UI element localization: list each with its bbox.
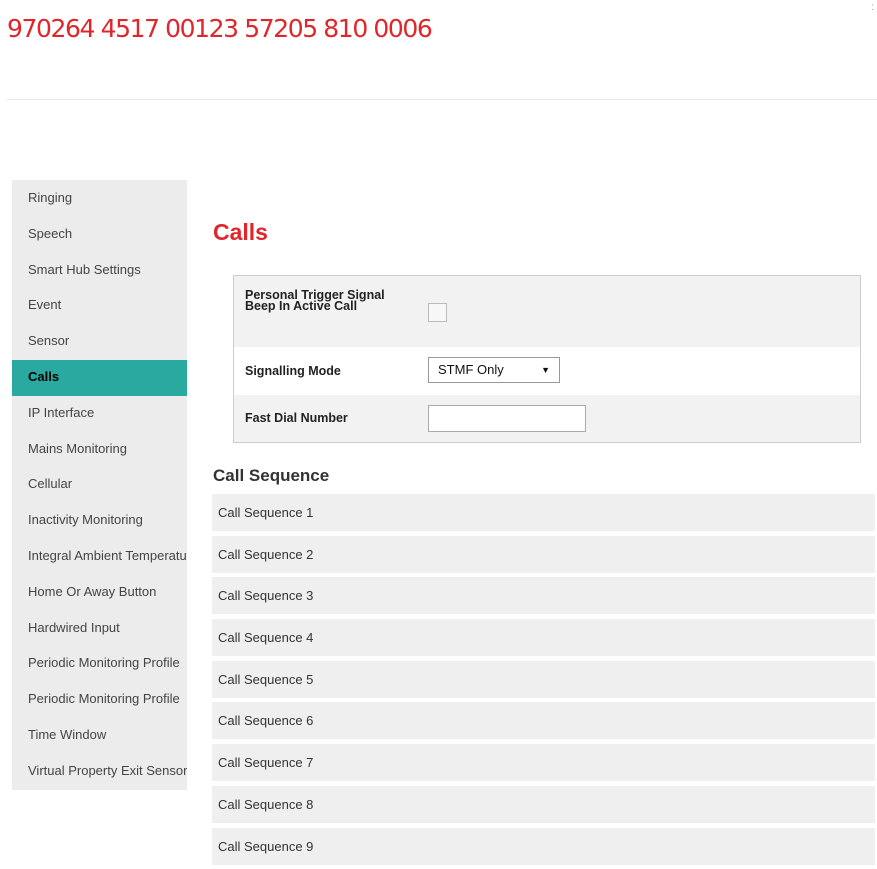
sidebar-item-integral-ambient-temperature[interactable]: Integral Ambient Temperature — [12, 539, 187, 575]
sidebar-item-ip-interface[interactable]: IP Interface — [12, 396, 187, 432]
caret-down-icon: ▼ — [541, 365, 550, 375]
fast-dial-input[interactable] — [428, 405, 586, 432]
sidebar-item-hardwired-input[interactable]: Hardwired Input — [12, 611, 187, 647]
sidebar: Ringing Speech Smart Hub Settings Event … — [12, 180, 187, 790]
sidebar-item-ringing[interactable]: Ringing — [12, 181, 187, 217]
scroll-indicator: : — [871, 2, 874, 13]
signalling-mode-row: Signalling Mode STMF Only ▼ — [234, 347, 860, 395]
call-sequence-item-7[interactable]: Call Sequence 7 — [212, 744, 875, 782]
personal-trigger-checkbox[interactable] — [428, 303, 447, 322]
sidebar-item-virtual-property-exit-sensor[interactable]: Virtual Property Exit Sensor — [12, 754, 187, 790]
sidebar-item-event[interactable]: Event — [12, 288, 187, 324]
call-sequence-item-1[interactable]: Call Sequence 1 — [212, 494, 875, 531]
calls-settings-panel: Personal Trigger Signal Beep In Active C… — [233, 275, 861, 443]
call-sequence-list: Call Sequence 1 Call Sequence 2 Call Seq… — [212, 494, 875, 869]
sidebar-item-smart-hub-settings[interactable]: Smart Hub Settings — [12, 253, 187, 289]
sidebar-item-speech[interactable]: Speech — [12, 217, 187, 253]
call-sequence-item-8[interactable]: Call Sequence 8 — [212, 785, 875, 823]
personal-trigger-label: Personal Trigger Signal Beep In Active C… — [245, 288, 385, 313]
sidebar-item-inactivity-monitoring[interactable]: Inactivity Monitoring — [12, 503, 187, 539]
call-sequence-item-5[interactable]: Call Sequence 5 — [212, 660, 875, 698]
signalling-mode-select[interactable]: STMF Only ▼ — [428, 357, 560, 383]
sidebar-item-calls[interactable]: Calls — [12, 359, 187, 396]
sidebar-item-home-or-away-button[interactable]: Home Or Away Button — [12, 575, 187, 611]
device-id-title: 970264 4517 00123 57205 810 0006 — [7, 14, 433, 43]
sidebar-item-periodic-monitoring-profile-2[interactable]: Periodic Monitoring Profile — [12, 682, 187, 718]
sidebar-item-sensor[interactable]: Sensor — [12, 324, 187, 360]
call-sequence-item-6[interactable]: Call Sequence 6 — [212, 702, 875, 740]
call-sequence-item-4[interactable]: Call Sequence 4 — [212, 619, 875, 657]
header-divider — [7, 99, 877, 100]
call-sequence-item-2[interactable]: Call Sequence 2 — [212, 535, 875, 573]
sidebar-item-time-window[interactable]: Time Window — [12, 718, 187, 754]
personal-trigger-row: Personal Trigger Signal Beep In Active C… — [234, 276, 860, 347]
fast-dial-row: Fast Dial Number — [234, 395, 860, 442]
signalling-mode-value: STMF Only — [438, 362, 504, 377]
sidebar-item-cellular[interactable]: Cellular — [12, 467, 187, 503]
sidebar-item-periodic-monitoring-profile-1[interactable]: Periodic Monitoring Profile — [12, 646, 187, 682]
fast-dial-label: Fast Dial Number — [245, 411, 348, 425]
call-sequence-item-3[interactable]: Call Sequence 3 — [212, 577, 875, 615]
signalling-mode-label: Signalling Mode — [245, 363, 341, 378]
sidebar-item-mains-monitoring[interactable]: Mains Monitoring — [12, 432, 187, 468]
call-sequence-heading: Call Sequence — [213, 466, 330, 485]
page-title: Calls — [213, 219, 268, 245]
